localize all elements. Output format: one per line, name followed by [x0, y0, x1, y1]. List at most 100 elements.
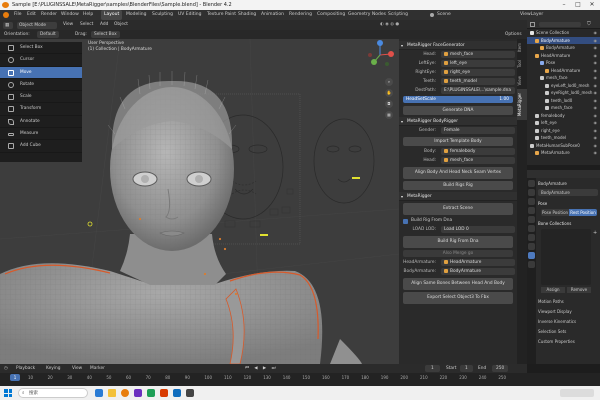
tab-rendering[interactable]: Rendering [286, 10, 315, 20]
render-props-icon[interactable] [528, 189, 535, 196]
outliner-row[interactable]: Pose ◉ [527, 59, 600, 67]
shading-icons[interactable]: ◐ ◉ ◍ ● [380, 20, 399, 30]
align-bones-button[interactable]: Align Same Bones Between Head And Body [403, 278, 513, 290]
scene-props-icon[interactable] [528, 207, 535, 214]
blender-menu-icon[interactable] [3, 12, 9, 18]
build-rig-from-dna-button[interactable]: Build Rig From Dna [403, 236, 513, 248]
build-rigs-button[interactable]: Build Rigs Rig [403, 181, 513, 190]
tool-rotate[interactable]: Rotate [0, 79, 82, 92]
windows-start-icon[interactable] [4, 389, 12, 397]
tool-annotate[interactable]: Annotate [0, 116, 82, 129]
motion-paths-section[interactable]: Motion Paths [538, 298, 598, 306]
visibility-eye-icon[interactable]: ◉ [594, 67, 598, 75]
navigation-gizmo-icon[interactable] [365, 40, 395, 70]
outliner-row[interactable]: femalebody ◉ [527, 112, 600, 120]
face-generator-title[interactable]: MetaRigger FaceGenerator [399, 41, 517, 50]
export-fbx-button[interactable]: Export Select Object3 To Fbx [403, 292, 513, 304]
inverse-kinematics-section[interactable]: Inverse Kinematics [538, 318, 598, 326]
output-props-icon[interactable] [528, 198, 535, 205]
outliner-row[interactable]: eyeRight_lod0_mesh ◉ [527, 89, 600, 97]
outliner-row[interactable]: mesh_face ◉ [527, 74, 600, 82]
dest-path-field[interactable]: E:\PLUGINSSALE\...\sample.dna [441, 87, 515, 94]
menu-help[interactable]: Help [83, 10, 93, 20]
filter-icon[interactable]: ⛉ [587, 21, 591, 27]
extract-scene-button[interactable]: Extract Scene [403, 203, 513, 215]
menu-playback[interactable]: Playback [16, 364, 35, 373]
edge-icon[interactable] [95, 389, 103, 397]
menu-file[interactable]: File [14, 10, 22, 20]
zoom-icon[interactable]: ⌕ [385, 78, 393, 86]
tab-compositing[interactable]: Compositing [314, 10, 348, 20]
tab-layout[interactable]: Layout [101, 10, 123, 20]
timeline-editor-icon[interactable]: ◷ [4, 364, 8, 373]
taskbar-search-input[interactable]: ⌕ 搜索 [18, 388, 88, 398]
outliner-row[interactable]: MetaArmature ◉ [527, 149, 600, 157]
tool-select-box[interactable]: Select Box [0, 42, 82, 55]
remove-button[interactable]: Remove [567, 287, 591, 293]
right-eye-field[interactable]: right_eye [441, 69, 515, 76]
outliner-row[interactable]: right_eye ◉ [527, 127, 600, 135]
mode-dropdown[interactable]: Object Mode [17, 21, 57, 29]
visibility-eye-icon[interactable]: ◉ [594, 89, 598, 97]
tab-geometry-nodes[interactable]: Geometry Nodes [345, 10, 389, 20]
bone-collections-section[interactable]: Bone Collections [538, 220, 598, 227]
grid-icon[interactable]: ▦ [385, 111, 393, 119]
merge-button[interactable]: Also Merge go [403, 250, 513, 257]
align-neck-button[interactable]: Align Body And Head Neck Seam Vertex [403, 167, 513, 179]
app-icon[interactable] [134, 389, 142, 397]
system-tray[interactable] [560, 389, 594, 397]
visibility-eye-icon[interactable]: ◉ [594, 119, 598, 127]
pose-position-button[interactable]: Pose Position [541, 209, 569, 216]
object-props-icon[interactable] [528, 225, 535, 232]
pose-section[interactable]: Pose [538, 200, 598, 207]
tab-shading[interactable]: Shading [235, 10, 259, 20]
viewport-display-section[interactable]: Viewport Display [538, 308, 598, 316]
tool-move[interactable]: Move [0, 66, 82, 79]
outliner-row[interactable]: mesh_face ◉ [527, 104, 600, 112]
outliner-row[interactable]: MetaHumanSubPose0 ◉ [527, 142, 600, 150]
tab-uv-editing[interactable]: UV Editing [175, 10, 204, 20]
outliner-row[interactable]: teeth_lod0 ◉ [527, 97, 600, 105]
metarigger-title[interactable]: MetaRigger [399, 192, 517, 201]
constraint-props-icon[interactable] [528, 243, 535, 250]
head-field[interactable]: mesh_face [441, 51, 515, 58]
visibility-eye-icon[interactable]: ◉ [594, 142, 598, 150]
body-armature-field[interactable]: BodyArmature [441, 268, 515, 275]
body-head-field[interactable]: mesh_face [441, 157, 515, 164]
tab-modeling[interactable]: Modeling [123, 10, 149, 20]
timeline[interactable]: 1 10 20 30 40 50 60 70 80 90 100 110 120 130 140 150 16… [0, 373, 600, 386]
tab-view[interactable]: View [517, 72, 527, 90]
tab-texture-paint[interactable]: Texture Paint [204, 10, 239, 20]
options-button[interactable]: Options [505, 30, 522, 39]
end-frame-field[interactable]: 250 [492, 365, 509, 372]
drag-dropdown[interactable]: Select Box [91, 31, 120, 38]
close-icon[interactable]: ✕ [586, 0, 598, 10]
tool-add-cube[interactable]: Add Cube [0, 140, 82, 153]
visibility-eye-icon[interactable]: ◉ [594, 52, 598, 60]
visibility-eye-icon[interactable]: ◉ [594, 82, 598, 90]
menu-view-timeline[interactable]: View [72, 364, 82, 373]
visibility-eye-icon[interactable]: ◉ [594, 134, 598, 142]
visibility-eye-icon[interactable]: ◉ [594, 37, 598, 45]
tab-animation[interactable]: Animation [258, 10, 287, 20]
bone-props-icon[interactable] [528, 261, 535, 268]
playhead[interactable]: 1 [10, 374, 20, 381]
tab-sculpting[interactable]: Sculpting [149, 10, 176, 20]
visibility-eye-icon[interactable]: ◉ [594, 149, 598, 157]
build-from-dna-checkbox[interactable]: Build Rig From Dna [399, 217, 517, 225]
visibility-eye-icon[interactable]: ◉ [594, 59, 598, 67]
outliner-row[interactable]: HeadArmature ◉ [527, 67, 600, 75]
outliner-search-input[interactable] [539, 22, 581, 27]
outliner-row[interactable]: eyeLeft_lod0_mesh ◉ [527, 82, 600, 90]
menu-object[interactable]: Object [114, 20, 128, 30]
menu-keying[interactable]: Keying [46, 364, 60, 373]
visibility-eye-icon[interactable]: ◉ [594, 112, 598, 120]
outliner-row[interactable]: Scene Collection ◉ [527, 29, 600, 37]
armature-data-icon[interactable] [528, 252, 535, 259]
app-icon[interactable] [186, 389, 194, 397]
outliner-row[interactable]: left_eye ◉ [527, 119, 600, 127]
menu-select[interactable]: Select [80, 20, 93, 30]
body-field[interactable]: femalebody [441, 148, 515, 155]
minimize-icon[interactable]: – [558, 0, 570, 10]
app-icon[interactable] [147, 389, 155, 397]
